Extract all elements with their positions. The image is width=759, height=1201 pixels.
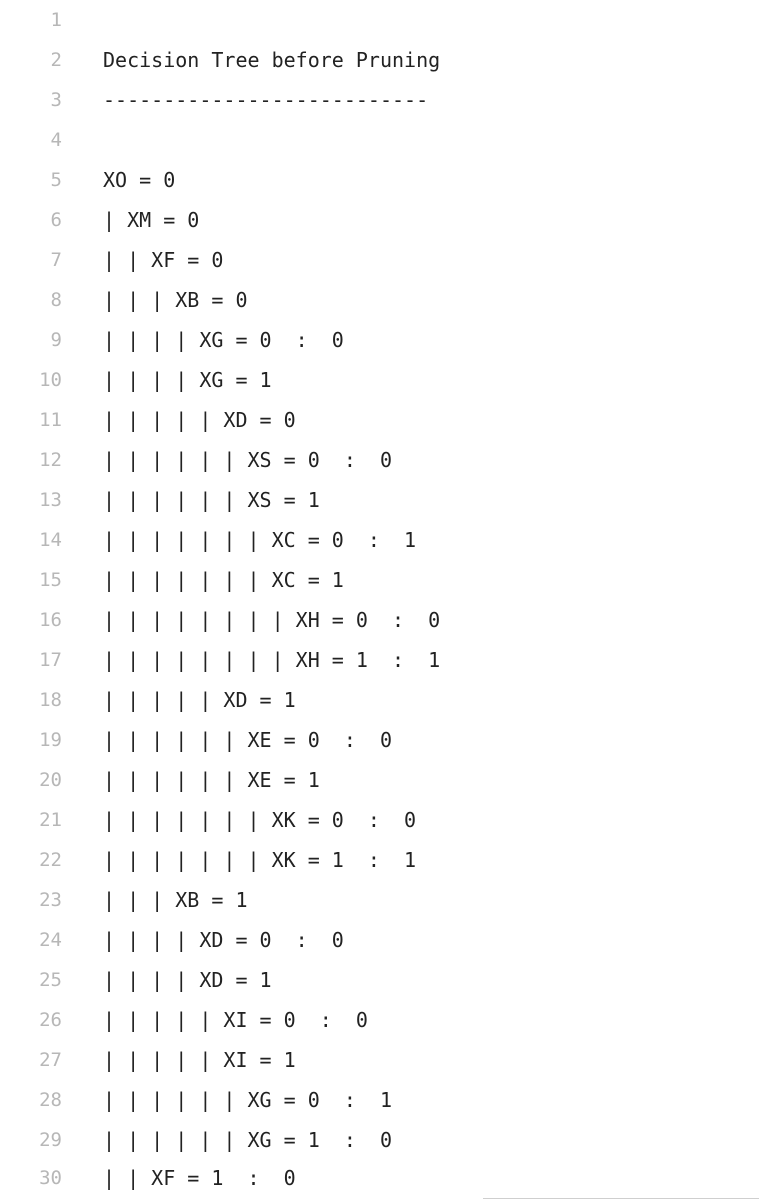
line-text[interactable]: Decision Tree before Pruning xyxy=(103,40,440,80)
code-line[interactable]: 5 XO = 0 xyxy=(0,160,759,200)
line-number: 8 xyxy=(50,289,62,311)
line-text[interactable]: | | | XB = 1 xyxy=(103,880,248,920)
code-line[interactable]: 11 | | | | | XD = 0 xyxy=(0,400,759,440)
line-text[interactable]: | | XF = 1 : 0 xyxy=(103,1158,296,1198)
line-text[interactable]: | | | | XD = 0 : 0 xyxy=(103,920,344,960)
line-text[interactable]: | | | | | | | | XH = 0 : 0 xyxy=(103,600,440,640)
line-number: 6 xyxy=(50,209,62,231)
line-text[interactable]: --------------------------- xyxy=(103,80,428,120)
code-line[interactable]: 25 | | | | XD = 1 xyxy=(0,960,759,1000)
code-line[interactable]: 1 xyxy=(0,0,759,40)
line-number: 13 xyxy=(39,489,62,511)
code-line[interactable]: 15 | | | | | | | XC = 1 xyxy=(0,560,759,600)
line-number: 30 xyxy=(39,1167,62,1189)
line-number: 12 xyxy=(39,449,62,471)
line-text[interactable]: | | | | | XI = 0 : 0 xyxy=(103,1000,368,1040)
code-line[interactable]: 19 | | | | | | XE = 0 : 0 xyxy=(0,720,759,760)
line-number: 20 xyxy=(39,769,62,791)
line-text[interactable]: | | | | | | | XC = 0 : 1 xyxy=(103,520,416,560)
line-number: 27 xyxy=(39,1049,62,1071)
line-number: 7 xyxy=(50,249,62,271)
code-line[interactable]: 18 | | | | | XD = 1 xyxy=(0,680,759,720)
code-line[interactable]: 30 | | XF = 1 : 0 xyxy=(0,1158,759,1198)
code-line[interactable]: 3 --------------------------- xyxy=(0,80,759,120)
line-number: 26 xyxy=(39,1009,62,1031)
code-line[interactable]: 12 | | | | | | XS = 0 : 0 xyxy=(0,440,759,480)
line-number: 25 xyxy=(39,969,62,991)
line-text[interactable]: | | | | XD = 1 xyxy=(103,960,272,1000)
code-line[interactable]: 23 | | | XB = 1 xyxy=(0,880,759,920)
line-number: 11 xyxy=(39,409,62,431)
line-number: 9 xyxy=(50,329,62,351)
code-line[interactable]: 17 | | | | | | | | XH = 1 : 1 xyxy=(0,640,759,680)
code-line[interactable]: 24 | | | | XD = 0 : 0 xyxy=(0,920,759,960)
line-text[interactable]: | | | | | | XS = 0 : 0 xyxy=(103,440,392,480)
line-number: 16 xyxy=(39,609,62,631)
line-number: 3 xyxy=(50,89,62,111)
line-number: 2 xyxy=(50,49,62,71)
code-line[interactable]: 28 | | | | | | XG = 0 : 1 xyxy=(0,1080,759,1120)
code-line[interactable]: 6 | XM = 0 xyxy=(0,200,759,240)
line-text[interactable]: | | | | XG = 0 : 0 xyxy=(103,320,344,360)
code-line[interactable]: 2 Decision Tree before Pruning xyxy=(0,40,759,80)
line-text[interactable]: | | | | | XD = 0 xyxy=(103,400,296,440)
line-text[interactable]: | XM = 0 xyxy=(103,200,199,240)
line-text[interactable]: | | | | | | | XC = 1 xyxy=(103,560,344,600)
line-number: 28 xyxy=(39,1089,62,1111)
line-number: 22 xyxy=(39,849,62,871)
code-line[interactable]: 13 | | | | | | XS = 1 xyxy=(0,480,759,520)
line-number: 10 xyxy=(39,369,62,391)
code-line[interactable]: 21 | | | | | | | XK = 0 : 0 xyxy=(0,800,759,840)
code-line[interactable]: 26 | | | | | XI = 0 : 0 xyxy=(0,1000,759,1040)
line-text[interactable]: | | | | | | XE = 0 : 0 xyxy=(103,720,392,760)
line-text[interactable]: | | | XB = 0 xyxy=(103,280,248,320)
code-line[interactable]: 20 | | | | | | XE = 1 xyxy=(0,760,759,800)
code-line[interactable]: 27 | | | | | XI = 1 xyxy=(0,1040,759,1080)
line-number: 21 xyxy=(39,809,62,831)
line-text[interactable]: | | XF = 0 xyxy=(103,240,223,280)
code-line[interactable]: 7 | | XF = 0 xyxy=(0,240,759,280)
line-text[interactable]: | | | | | | XG = 0 : 1 xyxy=(103,1080,392,1120)
line-number: 1 xyxy=(50,9,62,31)
line-number: 4 xyxy=(50,129,62,151)
line-text[interactable]: | | | | | | | XK = 0 : 0 xyxy=(103,800,416,840)
code-line[interactable]: 22 | | | | | | | XK = 1 : 1 xyxy=(0,840,759,880)
line-number: 19 xyxy=(39,729,62,751)
code-line[interactable]: 4 xyxy=(0,120,759,160)
line-number: 14 xyxy=(39,529,62,551)
line-number: 29 xyxy=(39,1129,62,1151)
line-text[interactable]: | | | | | | | XK = 1 : 1 xyxy=(103,840,416,880)
code-line[interactable]: 16 | | | | | | | | XH = 0 : 0 xyxy=(0,600,759,640)
line-text[interactable]: | | | | | | XE = 1 xyxy=(103,760,320,800)
line-number: 5 xyxy=(50,169,62,191)
line-text[interactable]: XO = 0 xyxy=(103,160,175,200)
line-number: 17 xyxy=(39,649,62,671)
line-text[interactable]: | | | | | XD = 1 xyxy=(103,680,296,720)
line-text[interactable]: | | | | | | XS = 1 xyxy=(103,480,320,520)
code-line[interactable]: 9 | | | | XG = 0 : 0 xyxy=(0,320,759,360)
line-number: 24 xyxy=(39,929,62,951)
code-line[interactable]: 29 | | | | | | XG = 1 : 0 xyxy=(0,1120,759,1160)
line-text[interactable]: | | | | | | | | XH = 1 : 1 xyxy=(103,640,440,680)
code-editor[interactable]: 1 2 Decision Tree before Pruning 3 -------… xyxy=(0,0,759,1201)
line-text[interactable]: | | | | | | XG = 1 : 0 xyxy=(103,1120,392,1160)
line-number: 18 xyxy=(39,689,62,711)
line-text[interactable]: | | | | | XI = 1 xyxy=(103,1040,296,1080)
line-number: 23 xyxy=(39,889,62,911)
panel-divider xyxy=(483,1198,759,1199)
line-number: 15 xyxy=(39,569,62,591)
code-line[interactable]: 8 | | | XB = 0 xyxy=(0,280,759,320)
code-line[interactable]: 14 | | | | | | | XC = 0 : 1 xyxy=(0,520,759,560)
code-line[interactable]: 10 | | | | XG = 1 xyxy=(0,360,759,400)
line-text[interactable]: | | | | XG = 1 xyxy=(103,360,272,400)
